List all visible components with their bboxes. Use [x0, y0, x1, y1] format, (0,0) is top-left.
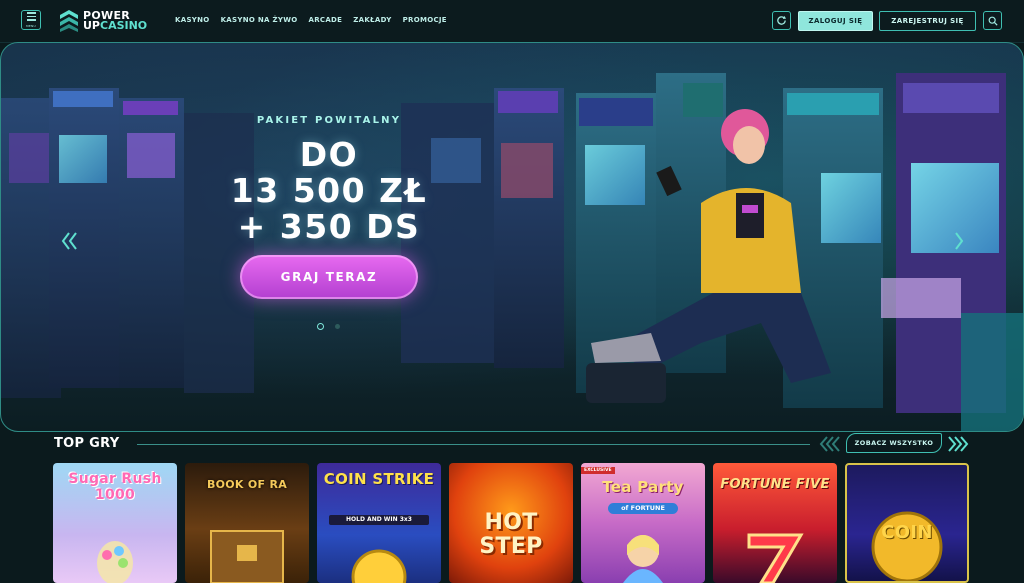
- search-button[interactable]: [983, 11, 1002, 30]
- menu-icon: [26, 12, 36, 14]
- logo-icon: [60, 10, 78, 32]
- game-title: COIN: [881, 522, 933, 543]
- hero-label: PAKIET POWITALNY: [256, 115, 402, 126]
- game-title: Tea Party: [602, 478, 684, 496]
- chevron-right-icon[interactable]: [948, 435, 970, 453]
- nav-kasyno-na-zywo[interactable]: KASYNO NA ŻYWO: [221, 16, 298, 24]
- login-button[interactable]: ZALOGUJ SIĘ: [798, 11, 873, 31]
- top-header: MENU POWER UPCASINO KASYNO KASYNO NA ŻYW…: [0, 0, 1024, 43]
- game-title: HOT STEP: [479, 510, 543, 559]
- chevron-left-icon[interactable]: [818, 435, 840, 453]
- menu-icon-bar: [26, 19, 36, 21]
- game-title: COIN STRIKE: [323, 470, 435, 488]
- site-logo[interactable]: POWER UPCASINO: [60, 8, 147, 34]
- refresh-button[interactable]: [772, 11, 791, 30]
- section-divider: [137, 444, 810, 445]
- main-nav: KASYNO KASYNO NA ŻYWO ARCADE ZAKŁADY PRO…: [175, 16, 447, 24]
- nav-kasyno[interactable]: KASYNO: [175, 16, 210, 24]
- game-title: FORTUNE FIVE: [720, 477, 830, 492]
- game-subtitle: HOLD AND WIN 3x3: [329, 515, 429, 525]
- nav-promocje[interactable]: PROMOCJE: [403, 16, 447, 24]
- game-title: BOOK OF RA: [206, 478, 288, 491]
- search-icon: [988, 16, 998, 26]
- register-button[interactable]: ZAREJESTRUJ SIĘ: [879, 11, 976, 31]
- nav-zaklady[interactable]: ZAKŁADY: [353, 16, 391, 24]
- book-icon: [210, 530, 284, 583]
- game-card-sugar-rush[interactable]: Sugar Rush 1000: [53, 463, 177, 583]
- game-card-hot-step[interactable]: HOT STEP: [449, 463, 573, 583]
- game-card-coin-strike[interactable]: COIN STRIKE HOLD AND WIN 3x3: [317, 463, 441, 583]
- game-title: Sugar Rush 1000: [68, 471, 162, 503]
- hero-title-line3: + 350 DS: [237, 207, 421, 246]
- game-card-fortune-five[interactable]: FORTUNE FIVE: [713, 463, 837, 583]
- game-card-tea-party[interactable]: EXCLUSIVE Tea Party of FORTUNE: [581, 463, 705, 583]
- top-games-list: Sugar Rush 1000 BOOK OF RA COIN STRIKE H…: [53, 463, 969, 583]
- see-all-button[interactable]: ZOBACZ WSZYSTKO: [846, 433, 942, 453]
- play-now-button[interactable]: GRAJ TERAZ: [240, 255, 418, 299]
- menu-label: MENU: [26, 23, 36, 28]
- hero-title: DO 13 500 ZŁ + 350 DS: [1, 137, 657, 245]
- logo-casino: CASINO: [100, 19, 148, 32]
- game-card-coin[interactable]: COIN: [845, 463, 969, 583]
- hero-title-line2: 13 500 ZŁ: [230, 171, 428, 210]
- nav-arcade[interactable]: ARCADE: [309, 16, 343, 24]
- menu-icon-bar: [26, 15, 36, 18]
- logo-up: UP: [83, 19, 100, 32]
- menu-button[interactable]: MENU: [21, 10, 41, 30]
- top-games-title: TOP GRY: [54, 436, 120, 451]
- character-icon: [623, 535, 663, 583]
- game-card-book-of-ra[interactable]: BOOK OF RA: [185, 463, 309, 583]
- game-subtitle: of FORTUNE: [608, 503, 678, 514]
- slide-dot-1[interactable]: [317, 323, 324, 330]
- coin-icon: [351, 549, 407, 583]
- hero-title-line1: DO: [299, 135, 359, 174]
- hero-banner[interactable]: PAKIET POWITALNY DO 13 500 ZŁ + 350 DS G…: [0, 42, 1024, 432]
- refresh-icon: [777, 15, 787, 25]
- slide-dot-2[interactable]: [335, 324, 340, 329]
- lucky-seven-icon: [747, 533, 804, 583]
- logo-line2: UPCASINO: [83, 19, 148, 32]
- logo-text: POWER UPCASINO: [83, 10, 148, 32]
- exclusive-badge: EXCLUSIVE: [581, 467, 615, 474]
